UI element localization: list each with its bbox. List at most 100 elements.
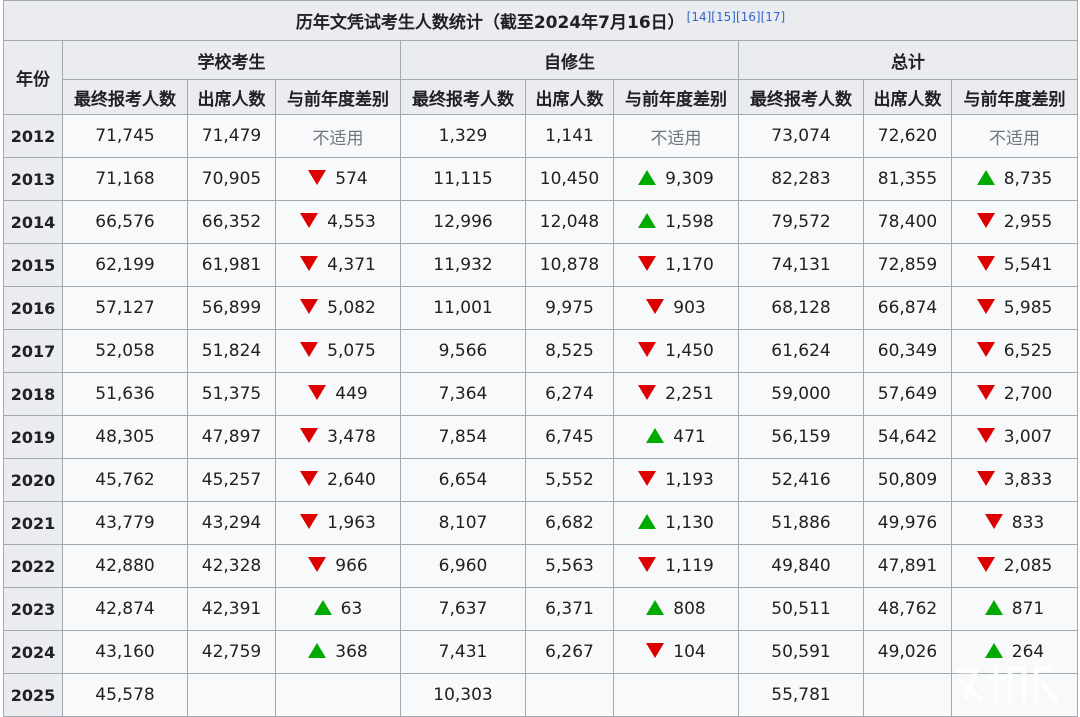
difference-cell: 5,075 <box>275 329 401 373</box>
row-year: 2015 <box>3 243 63 287</box>
green-up-triangle-icon <box>638 514 657 529</box>
difference-value: 4,553 <box>327 212 376 232</box>
value-cell: 50,591 <box>738 630 864 674</box>
difference-cell: 5,082 <box>275 286 401 330</box>
row-year: 2014 <box>3 200 63 244</box>
subheader-attended: 出席人数 <box>863 79 952 115</box>
row-year: 2021 <box>3 501 63 545</box>
difference-cell: 9,309 <box>613 157 739 201</box>
difference-cell: 1,130 <box>613 501 739 545</box>
value-cell: 42,880 <box>62 544 188 588</box>
value-cell: 49,840 <box>738 544 864 588</box>
difference-cell: 449 <box>275 372 401 416</box>
value-cell: 79,572 <box>738 200 864 244</box>
table-row: 2024 43,160 42,759 368 7,431 6,267 104 50,591 49… <box>3 630 1079 674</box>
difference-cell: 471 <box>613 415 739 459</box>
value-cell: 57,649 <box>863 372 952 416</box>
value-cell: 57,127 <box>62 286 188 330</box>
value-cell: 10,878 <box>525 243 614 287</box>
ref-link-17[interactable]: [17] <box>761 10 786 24</box>
value-cell: 1,329 <box>400 114 526 158</box>
green-up-triangle-icon <box>638 170 657 185</box>
difference-value: 3,007 <box>1003 427 1053 447</box>
difference-value: 1,450 <box>665 341 714 361</box>
difference-cell: 871 <box>950 587 1079 631</box>
difference-value: 368 <box>335 642 368 662</box>
red-down-triangle-icon <box>638 342 657 357</box>
table-row: 2025 45,578 10,303 55,781 <box>3 673 1079 717</box>
value-cell: 7,364 <box>400 372 526 416</box>
red-down-triangle-icon <box>976 299 995 314</box>
difference-cell: 833 <box>950 501 1079 545</box>
value-cell: 43,294 <box>187 501 276 545</box>
group-header-total: 总计 <box>737 40 1079 80</box>
difference-cell: 1,963 <box>275 501 401 545</box>
table-row: 2017 52,058 51,824 5,075 9,566 8,525 1,450 61,6… <box>3 329 1079 373</box>
value-cell: 59,000 <box>738 372 864 416</box>
value-cell: 9,566 <box>400 329 526 373</box>
value-cell: 48,305 <box>62 415 188 459</box>
value-cell: 10,303 <box>400 673 526 717</box>
red-down-triangle-icon <box>646 299 665 314</box>
ref-link-16[interactable]: [16] <box>736 10 761 24</box>
row-year: 2025 <box>3 673 63 717</box>
red-down-triangle-icon <box>976 385 995 400</box>
value-cell: 52,058 <box>62 329 188 373</box>
value-cell: 74,131 <box>738 243 864 287</box>
value-cell: 45,762 <box>62 458 188 502</box>
not-applicable-cell: 不适用 <box>950 114 1079 158</box>
row-year: 2016 <box>3 286 63 330</box>
difference-cell: 368 <box>275 630 401 674</box>
red-down-triangle-icon <box>300 428 319 443</box>
difference-value: 4,371 <box>327 255 376 275</box>
value-cell: 78,400 <box>863 200 952 244</box>
group-header-private: 自修生 <box>400 40 739 80</box>
value-cell: 66,352 <box>187 200 276 244</box>
value-cell: 6,682 <box>525 501 614 545</box>
subheader-difference: 与前年度差别 <box>950 79 1079 115</box>
red-down-triangle-icon <box>976 213 995 228</box>
value-cell <box>613 673 739 717</box>
value-cell: 50,809 <box>863 458 952 502</box>
green-up-triangle-icon <box>313 600 332 615</box>
value-cell: 10,450 <box>525 157 614 201</box>
value-cell: 71,168 <box>62 157 188 201</box>
difference-cell: 2,955 <box>950 200 1079 244</box>
value-cell: 82,283 <box>738 157 864 201</box>
red-down-triangle-icon <box>638 557 657 572</box>
difference-cell: 5,541 <box>950 243 1079 287</box>
value-cell: 56,899 <box>187 286 276 330</box>
subheader-registered: 最终报考人数 <box>738 79 864 115</box>
value-cell: 49,976 <box>863 501 952 545</box>
table-row: 2014 66,576 66,352 4,553 12,996 12,048 1,598 79… <box>3 200 1079 244</box>
table-row: 2015 62,199 61,981 4,371 11,932 10,878 1,170 74… <box>3 243 1079 287</box>
difference-cell: 903 <box>613 286 739 330</box>
value-cell: 73,074 <box>738 114 864 158</box>
value-cell: 62,199 <box>62 243 188 287</box>
value-cell: 55,781 <box>738 673 864 717</box>
value-cell: 72,859 <box>863 243 952 287</box>
row-year: 2017 <box>3 329 63 373</box>
subheader-registered: 最终报考人数 <box>62 79 188 115</box>
difference-value: 574 <box>335 169 368 189</box>
red-down-triangle-icon <box>976 342 995 357</box>
difference-cell: 1,598 <box>613 200 739 244</box>
red-down-triangle-icon <box>976 256 995 271</box>
value-cell: 71,479 <box>187 114 276 158</box>
value-cell <box>275 673 401 717</box>
difference-value: 1,119 <box>665 556 714 576</box>
table-row: 2018 51,636 51,375 449 7,364 6,274 2,251 59,000… <box>3 372 1079 416</box>
ref-link-15[interactable]: [15] <box>711 10 736 24</box>
value-cell: 6,960 <box>400 544 526 588</box>
value-cell: 61,981 <box>187 243 276 287</box>
row-year: 2013 <box>3 157 63 201</box>
difference-cell: 574 <box>275 157 401 201</box>
value-cell: 47,891 <box>863 544 952 588</box>
value-cell: 11,115 <box>400 157 526 201</box>
red-down-triangle-icon <box>300 213 319 228</box>
value-cell: 45,578 <box>62 673 188 717</box>
difference-cell: 966 <box>275 544 401 588</box>
reference-links: [14][15][16][17] <box>687 10 786 24</box>
ref-link-14[interactable]: [14] <box>687 10 712 24</box>
row-year: 2022 <box>3 544 63 588</box>
